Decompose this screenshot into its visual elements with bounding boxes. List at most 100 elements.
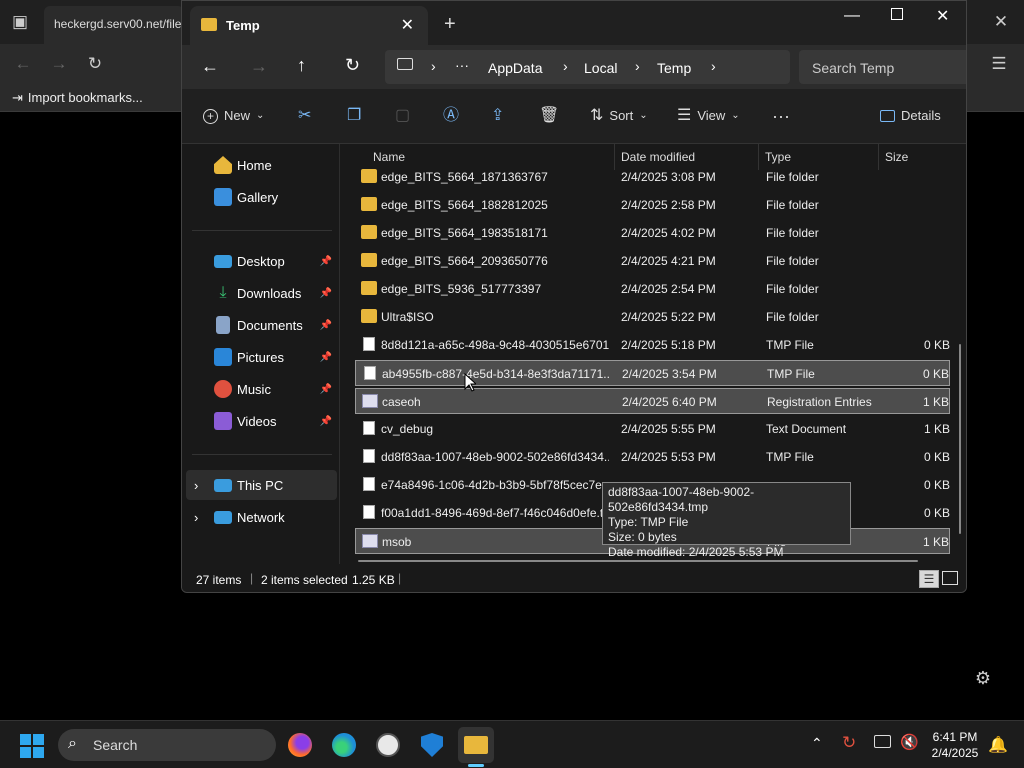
sort-button[interactable]: ⇅ Sort ⌄	[590, 102, 648, 130]
more-options-icon[interactable]: ···	[772, 102, 790, 130]
rename-icon[interactable]: Ⓐ	[443, 102, 459, 130]
copy-icon[interactable]: ❐	[347, 102, 361, 130]
clock-app-icon[interactable]	[370, 727, 406, 763]
new-button[interactable]: + New ⌄	[203, 102, 264, 130]
nav-back-icon[interactable]: ←	[201, 56, 219, 77]
maximize-icon[interactable]	[891, 8, 903, 20]
details-button[interactable]: Details	[880, 102, 941, 130]
nav-network[interactable]: › Network	[182, 502, 338, 532]
pin-icon[interactable]: 📌	[320, 416, 332, 427]
sync-icon[interactable]: ↻	[842, 733, 856, 753]
file-row[interactable]: ab4955fb-c887-4e5d-b314-8e3f3da71171....…	[355, 360, 950, 386]
clock-time: 6:41 PM	[932, 730, 978, 744]
pin-icon[interactable]: 📌	[320, 320, 332, 331]
search-input[interactable]: Search Temp	[812, 60, 894, 76]
pin-icon[interactable]: 📌	[320, 256, 332, 267]
browser-close-icon[interactable]: ✕	[990, 12, 1012, 32]
close-window-icon[interactable]: ✕	[936, 6, 949, 26]
nav-gallery[interactable]: Gallery	[182, 182, 338, 212]
import-bookmarks-link[interactable]: ⇥ Import bookmarks...	[12, 90, 143, 106]
close-tab-icon[interactable]: ✕	[401, 15, 414, 35]
vertical-scrollbar[interactable]	[959, 344, 961, 534]
nav-home[interactable]: Home	[182, 150, 338, 180]
tooltip-date: Date modified: 2/4/2025 5:53 PM	[608, 545, 784, 559]
reload-icon[interactable]: ↻	[84, 54, 106, 74]
breadcrumb-temp[interactable]: Temp	[657, 60, 691, 76]
notification-bell-icon[interactable]: 🔔	[988, 735, 1008, 755]
share-icon[interactable]: ⇪	[491, 102, 504, 130]
menu-icon[interactable]: ☰	[988, 54, 1010, 74]
breadcrumb-appdata[interactable]: AppData	[488, 60, 542, 76]
column-date[interactable]: Date modified	[621, 150, 695, 164]
delete-icon[interactable]: 🗑	[539, 102, 559, 130]
column-name[interactable]: Name	[373, 150, 405, 164]
show-hidden-icons-chevron[interactable]: ⌃	[811, 735, 823, 752]
refresh-icon[interactable]: ↻	[345, 55, 360, 76]
tiles-view-icon[interactable]	[942, 571, 958, 585]
settings-gear-icon[interactable]: ⚙	[972, 668, 994, 688]
file-icon	[363, 421, 375, 435]
file-row[interactable]: edge_BITS_5936_517773397 2/4/2025 2:54 PM…	[355, 276, 950, 302]
column-type[interactable]: Type	[765, 150, 791, 164]
firefox-icon[interactable]	[282, 727, 318, 763]
tab-actions-icon[interactable]: ▣	[9, 12, 31, 32]
breadcrumb-local[interactable]: Local	[584, 60, 617, 76]
edge-icon[interactable]	[326, 727, 362, 763]
breadcrumb-overflow-icon[interactable]: ···	[455, 57, 469, 73]
start-windows-icon[interactable]	[20, 734, 44, 758]
new-tab-icon[interactable]: +	[444, 13, 456, 36]
nav-up-icon[interactable]: ↑	[297, 55, 306, 76]
file-row[interactable]: cv_debug 2/4/2025 5:55 PM Text Document 1 K…	[355, 416, 950, 442]
nav-documents[interactable]: Documents 📌	[182, 310, 338, 340]
pin-icon[interactable]: 📌	[320, 352, 332, 363]
file-size: 0 KB	[923, 478, 950, 492]
details-view-icon[interactable]: ☰	[919, 570, 939, 588]
paste-icon[interactable]: ▢	[395, 102, 410, 130]
pin-icon[interactable]: 📌	[320, 288, 332, 299]
home-icon	[214, 156, 232, 174]
pin-icon[interactable]: 📌	[320, 384, 332, 395]
cut-icon[interactable]: ✂	[298, 102, 311, 130]
details-label: Details	[901, 108, 941, 123]
file-icon	[363, 449, 375, 463]
nav-downloads[interactable]: ⤓ Downloads 📌	[182, 278, 338, 308]
horizontal-scrollbar[interactable]	[358, 560, 918, 562]
view-button[interactable]: ☰ View ⌄	[677, 102, 740, 130]
file-name: 8d8d121a-a65c-498a-9c48-4030515e6701....	[381, 338, 609, 352]
browser-tab[interactable]: heckergd.serv00.net/file	[44, 6, 184, 44]
volume-muted-icon[interactable]: 🔇	[900, 733, 919, 751]
file-explorer-taskbar-icon[interactable]	[458, 727, 494, 767]
file-row[interactable]: edge_BITS_5664_1983518171 2/4/2025 4:02 P…	[355, 220, 950, 246]
file-type: File folder	[766, 170, 819, 184]
nav-forward-icon[interactable]: →	[250, 56, 268, 77]
nav-this-pc[interactable]: › This PC	[186, 470, 337, 500]
this-pc-icon	[397, 58, 413, 70]
file-row[interactable]: edge_BITS_5664_1871363767 2/4/2025 3:08 P…	[355, 164, 950, 190]
network-status-icon[interactable]	[874, 735, 891, 748]
taskbar-search[interactable]: ⌕ Search	[58, 729, 276, 761]
file-row[interactable]: edge_BITS_5664_2093650776 2/4/2025 4:21 P…	[355, 248, 950, 274]
back-icon[interactable]: ←	[12, 54, 34, 74]
file-row[interactable]: edge_BITS_5664_1882812025 2/4/2025 2:58 P…	[355, 192, 950, 218]
file-row[interactable]: dd8f83aa-1007-48eb-9002-502e86fd3434....…	[355, 444, 950, 470]
clock[interactable]: 6:41 PM 2/4/2025	[928, 729, 982, 761]
file-date: 2/4/2025 3:54 PM	[622, 367, 717, 381]
registry-file-icon	[362, 534, 378, 548]
defender-icon[interactable]	[414, 727, 450, 763]
expand-chevron-icon[interactable]: ›	[194, 510, 198, 525]
file-row[interactable]: Ultra$ISO 2/4/2025 5:22 PM File folder	[355, 304, 950, 330]
nav-pictures[interactable]: Pictures 📌	[182, 342, 338, 372]
nav-music-label: Music	[237, 381, 271, 397]
explorer-tab[interactable]: Temp ✕	[190, 6, 428, 45]
column-size[interactable]: Size	[885, 150, 908, 164]
expand-chevron-icon[interactable]: ›	[194, 478, 198, 493]
address-bar[interactable]: › ··· AppData › Local › Temp ›	[385, 50, 790, 84]
search-box[interactable]: Search Temp	[799, 50, 966, 84]
nav-desktop[interactable]: Desktop 📌	[182, 246, 338, 276]
nav-videos[interactable]: Videos 📌	[182, 406, 338, 436]
file-row[interactable]: caseoh 2/4/2025 6:40 PM Registration Entri…	[355, 388, 950, 414]
file-row[interactable]: 8d8d121a-a65c-498a-9c48-4030515e6701....…	[355, 332, 950, 358]
minimize-icon[interactable]: —	[844, 7, 860, 25]
forward-icon[interactable]: →	[48, 54, 70, 74]
nav-music[interactable]: Music 📌	[182, 374, 338, 404]
